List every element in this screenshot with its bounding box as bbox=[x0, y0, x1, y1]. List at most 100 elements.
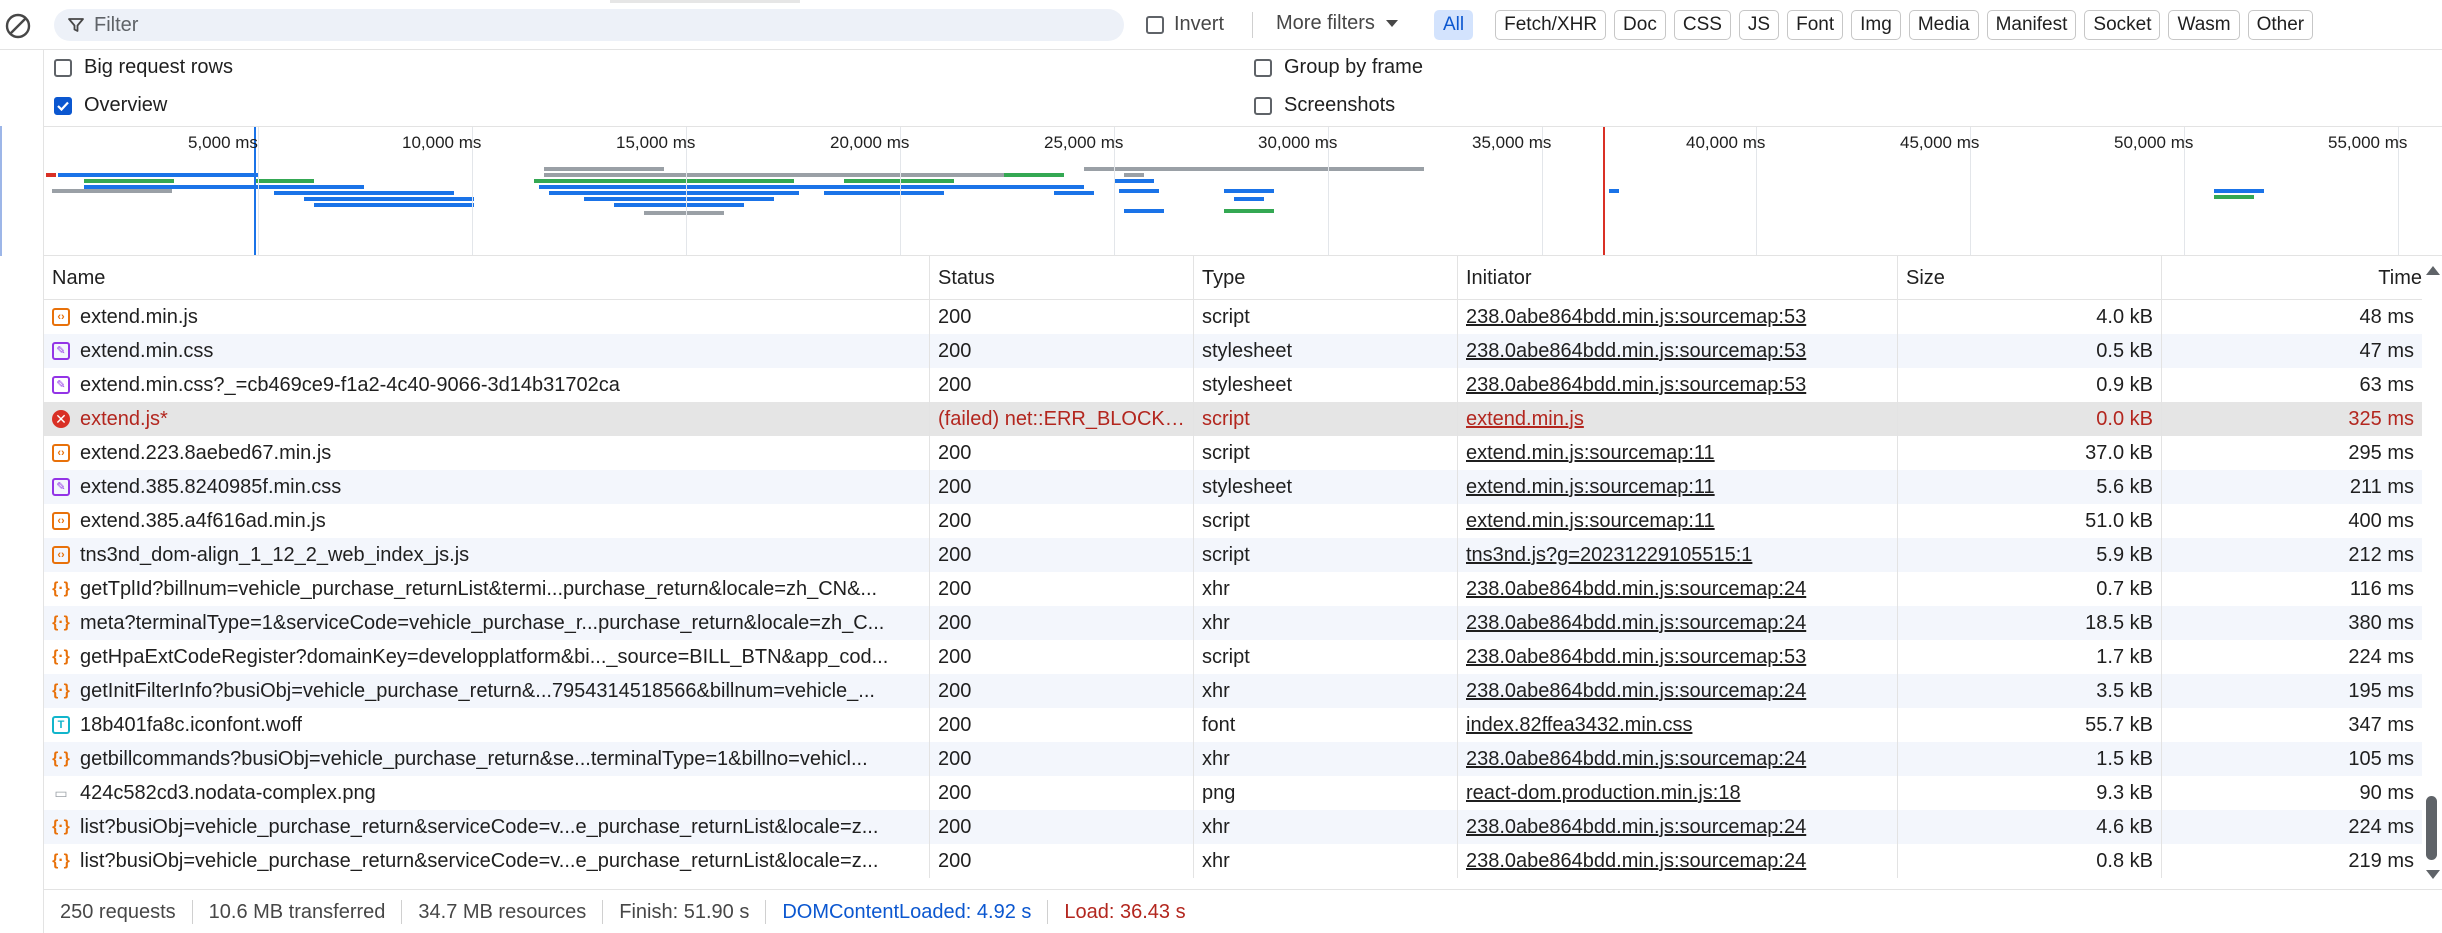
filter-chip-doc[interactable]: Doc bbox=[1614, 10, 1666, 40]
filter-input-container[interactable] bbox=[54, 9, 1124, 41]
filter-chip-manifest[interactable]: Manifest bbox=[1986, 10, 2077, 40]
overview-request-bar bbox=[314, 203, 474, 207]
cell-name: T 18b401fa8c.iconfont.woff bbox=[44, 708, 930, 742]
column-header-status[interactable]: Status bbox=[930, 256, 1194, 300]
cell-size: 18.5 kB bbox=[1898, 606, 2162, 640]
big-request-rows-option[interactable]: Big request rows bbox=[54, 56, 233, 79]
table-row[interactable]: {·} getHpaExtCodeRegister?domainKey=devel… bbox=[44, 640, 2422, 674]
column-header-initiator[interactable]: Initiator bbox=[1458, 256, 1898, 300]
overview-option[interactable]: Overview bbox=[54, 94, 167, 117]
table-row[interactable]: ▭ 424c582cd3.nodata-complex.png 200 png reac… bbox=[44, 776, 2422, 810]
xhr-resource-icon: {·} bbox=[52, 580, 70, 597]
overview-checkbox[interactable] bbox=[54, 96, 72, 115]
cell-size: 3.5 kB bbox=[1898, 674, 2162, 708]
cell-name: {·} getInitFilterInfo?busiObj=vehicle_pur… bbox=[44, 674, 930, 708]
filter-chip-wasm[interactable]: Wasm bbox=[2168, 10, 2240, 40]
table-row[interactable]: ‹› extend.min.js 200 script 238.0abe864bdd.m… bbox=[44, 300, 2422, 334]
initiator-link[interactable]: index.82ffea3432.min.css bbox=[1466, 714, 1692, 736]
filter-chip-all[interactable]: All bbox=[1434, 10, 1474, 40]
error-resource-icon: ✕ bbox=[52, 410, 70, 428]
requests-count: 250 requests bbox=[44, 899, 193, 924]
cell-type: script bbox=[1194, 436, 1458, 470]
cell-status: 200 bbox=[930, 572, 1194, 606]
network-overview-timeline[interactable]: 5,000 ms 10,000 ms 15,000 ms 20,000 ms 25,00… bbox=[44, 126, 2442, 256]
initiator-link[interactable]: 238.0abe864bdd.min.js:sourcemap:53 bbox=[1466, 374, 1806, 396]
clear-network-log-icon[interactable] bbox=[4, 12, 32, 40]
initiator-link[interactable]: extend.min.js:sourcemap:11 bbox=[1466, 442, 1715, 464]
overview-tick-label: 30,000 ms bbox=[1258, 133, 1338, 152]
table-row[interactable]: ‹› extend.385.a4f616ad.min.js 200 script ext… bbox=[44, 504, 2422, 538]
filter-chip-fetch-xhr[interactable]: Fetch/XHR bbox=[1495, 10, 1607, 40]
initiator-link[interactable]: 238.0abe864bdd.min.js:sourcemap:53 bbox=[1466, 646, 1806, 668]
scroll-up-arrow-icon[interactable] bbox=[2426, 266, 2440, 275]
cell-status: 200 bbox=[930, 776, 1194, 810]
overview-request-bar bbox=[254, 185, 364, 189]
initiator-link[interactable]: extend.min.js:sourcemap:11 bbox=[1466, 476, 1715, 498]
filter-chip-img[interactable]: Img bbox=[1851, 10, 1901, 40]
request-name: meta?terminalType=1&serviceCode=vehicle_… bbox=[80, 612, 885, 634]
table-row[interactable]: ✎ extend.min.css 200 stylesheet 238.0abe864b… bbox=[44, 334, 2422, 368]
table-row[interactable]: {·} getTplId?billnum=vehicle_purchase_ret… bbox=[44, 572, 2422, 606]
png-resource-icon: ▭ bbox=[54, 785, 68, 801]
screenshots-checkbox[interactable] bbox=[1254, 96, 1272, 115]
invert-checkbox-box[interactable] bbox=[1146, 15, 1164, 34]
overview-request-bar bbox=[274, 191, 454, 195]
scrollbar-thumb[interactable] bbox=[2426, 796, 2437, 860]
filter-chip-css[interactable]: CSS bbox=[1673, 10, 1731, 40]
column-header-time[interactable]: Time bbox=[2162, 256, 2422, 300]
cell-name: {·} meta?terminalType=1&serviceCode=vehic… bbox=[44, 606, 930, 640]
group-by-frame-checkbox[interactable] bbox=[1254, 58, 1272, 77]
column-header-type[interactable]: Type bbox=[1194, 256, 1458, 300]
initiator-link[interactable]: tns3nd.js?g=20231229105515:1 bbox=[1466, 544, 1752, 566]
screenshots-option[interactable]: Screenshots bbox=[1254, 94, 1395, 117]
table-row[interactable]: ✎ extend.385.8240985f.min.css 200 styleshee… bbox=[44, 470, 2422, 504]
cell-type: script bbox=[1194, 504, 1458, 538]
initiator-link[interactable]: 238.0abe864bdd.min.js:sourcemap:24 bbox=[1466, 816, 1806, 838]
filter-chip-other[interactable]: Other bbox=[2247, 10, 2314, 40]
table-row[interactable]: {·} list?busiObj=vehicle_purchase_return&… bbox=[44, 810, 2422, 844]
initiator-link[interactable]: react-dom.production.min.js:18 bbox=[1466, 782, 1741, 804]
filter-chip-socket[interactable]: Socket bbox=[2084, 10, 2161, 40]
load-event-marker bbox=[1603, 127, 1605, 255]
initiator-link[interactable]: 238.0abe864bdd.min.js:sourcemap:24 bbox=[1466, 748, 1806, 770]
cell-time: 347 ms bbox=[2348, 714, 2414, 736]
big-request-rows-checkbox[interactable] bbox=[54, 58, 72, 77]
table-row[interactable]: ‹› extend.223.8aebed67.min.js 200 script ext… bbox=[44, 436, 2422, 470]
more-filters-dropdown[interactable]: More filters bbox=[1276, 12, 1399, 35]
initiator-link[interactable]: 238.0abe864bdd.min.js:sourcemap:53 bbox=[1466, 306, 1806, 328]
initiator-link[interactable]: 238.0abe864bdd.min.js:sourcemap:24 bbox=[1466, 578, 1806, 600]
column-header-name[interactable]: Name bbox=[44, 256, 930, 300]
overview-request-bar bbox=[1004, 173, 1064, 177]
initiator-link[interactable]: extend.min.js bbox=[1466, 408, 1584, 430]
cell-name: {·} list?busiObj=vehicle_purchase_return&… bbox=[44, 810, 930, 844]
initiator-link[interactable]: 238.0abe864bdd.min.js:sourcemap:24 bbox=[1466, 612, 1806, 634]
filter-chip-media[interactable]: Media bbox=[1908, 10, 1979, 40]
invert-checkbox[interactable]: Invert bbox=[1146, 13, 1224, 36]
cell-initiator: 238.0abe864bdd.min.js:sourcemap:53 bbox=[1458, 640, 1898, 674]
table-row[interactable]: {·} meta?terminalType=1&serviceCode=vehic… bbox=[44, 606, 2422, 640]
script-resource-icon: ‹› bbox=[52, 308, 70, 326]
overview-left-handle[interactable] bbox=[0, 126, 2, 256]
filter-chip-js[interactable]: JS bbox=[1738, 10, 1780, 40]
table-row[interactable]: ✕ extend.js* (failed) net::ERR_BLOCKE... sc… bbox=[44, 402, 2422, 436]
table-scrollbar[interactable] bbox=[2422, 256, 2442, 889]
initiator-link[interactable]: extend.min.js:sourcemap:11 bbox=[1466, 510, 1715, 532]
table-row[interactable]: ‹› tns3nd_dom-align_1_12_2_web_index_js.j… bbox=[44, 538, 2422, 572]
cell-name: ✕ extend.js* bbox=[44, 402, 930, 436]
scroll-down-arrow-icon[interactable] bbox=[2426, 870, 2440, 879]
cell-size: 4.6 kB bbox=[1898, 810, 2162, 844]
table-row[interactable]: {·} getbillcommands?busiObj=vehicle_purch… bbox=[44, 742, 2422, 776]
filter-chip-font[interactable]: Font bbox=[1787, 10, 1844, 40]
overview-request-bar bbox=[534, 179, 794, 183]
table-row[interactable]: T 18b401fa8c.iconfont.woff 200 font index.82… bbox=[44, 708, 2422, 742]
group-by-frame-option[interactable]: Group by frame bbox=[1254, 56, 1423, 79]
initiator-link[interactable]: 238.0abe864bdd.min.js:sourcemap:24 bbox=[1466, 680, 1806, 702]
script-resource-icon: ‹› bbox=[52, 546, 70, 564]
table-row[interactable]: {·} list?busiObj=vehicle_purchase_return&… bbox=[44, 844, 2422, 878]
table-row[interactable]: {·} getInitFilterInfo?busiObj=vehicle_pur… bbox=[44, 674, 2422, 708]
column-header-size[interactable]: Size bbox=[1898, 256, 2162, 300]
filter-input[interactable] bbox=[94, 13, 1074, 37]
initiator-link[interactable]: 238.0abe864bdd.min.js:sourcemap:24 bbox=[1466, 850, 1806, 872]
table-row[interactable]: ✎ extend.min.css?_=cb469ce9-f1a2-4c40-906… bbox=[44, 368, 2422, 402]
initiator-link[interactable]: 238.0abe864bdd.min.js:sourcemap:53 bbox=[1466, 340, 1806, 362]
